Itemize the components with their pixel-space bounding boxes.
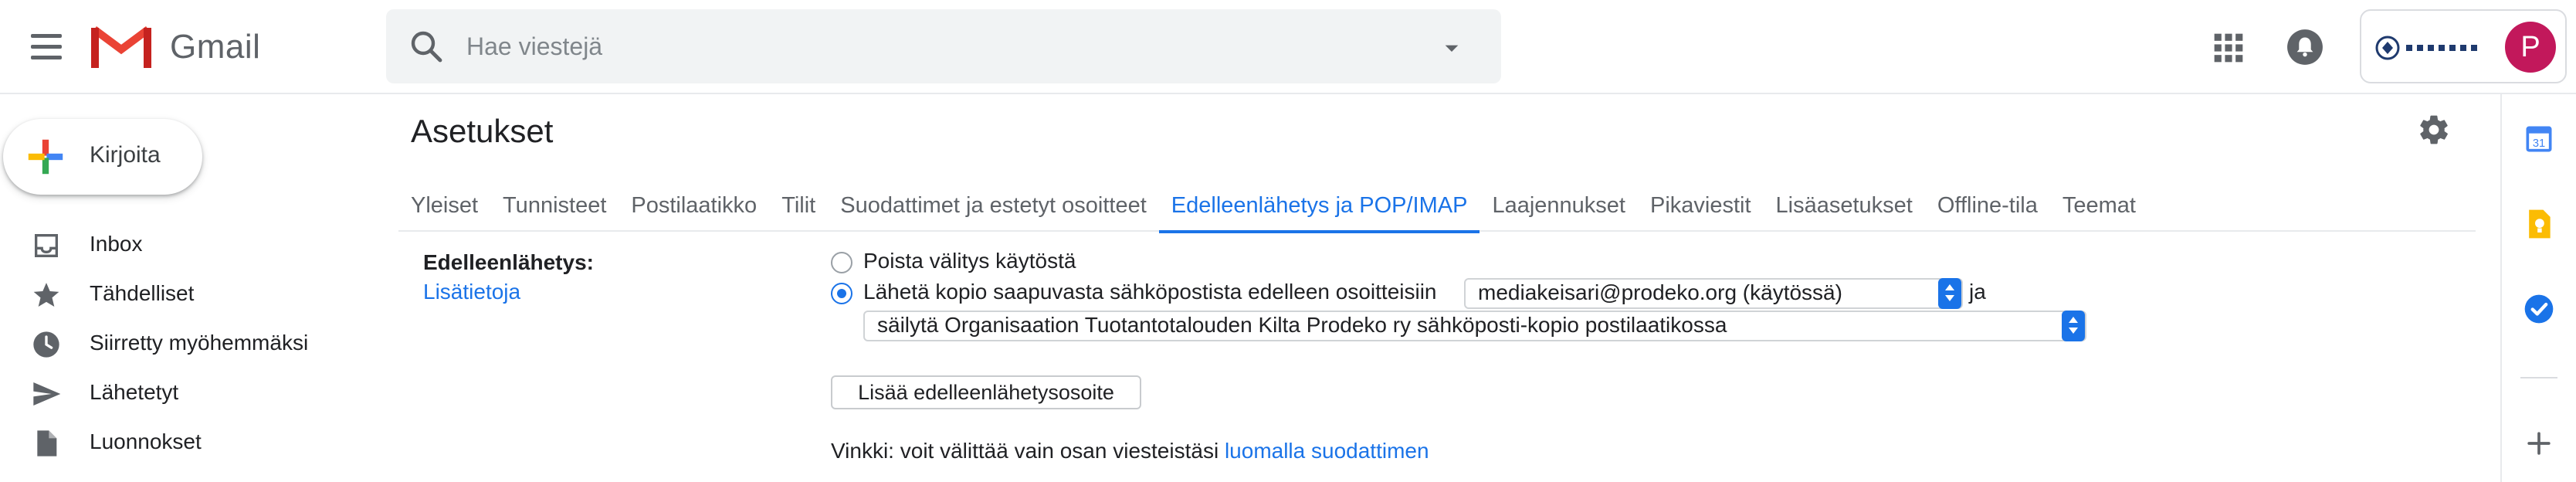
conjunction-text: ja <box>1969 280 1986 304</box>
tab-advanced[interactable]: Lisäasetukset <box>1764 181 1925 232</box>
keep-action-select[interactable]: säilytä Organisaation Tuotantotalouden K… <box>863 311 2086 341</box>
sidebar-item-label: Inbox <box>90 232 143 256</box>
calendar-icon[interactable]: 31 <box>2522 122 2556 156</box>
tab-inbox[interactable]: Postilaatikko <box>619 181 769 232</box>
page-title: Asetukset <box>411 113 554 149</box>
settings-main: Asetukset Yleiset Tunnisteet Postilaatik… <box>386 96 2476 482</box>
sidebar-item-label: Luonnokset <box>90 429 202 453</box>
add-addon-plus-icon[interactable] <box>2522 426 2556 460</box>
search-options-dropdown-icon[interactable] <box>1436 32 1467 63</box>
learn-more-link[interactable]: Lisätietoja <box>423 280 520 304</box>
tab-filters[interactable]: Suodattimet ja estetyt osoitteet <box>828 181 1159 232</box>
notifications-bell-icon[interactable] <box>2286 28 2324 66</box>
search-bar <box>386 9 1501 83</box>
forward-copy-radio[interactable] <box>831 283 852 304</box>
tab-labels[interactable]: Tunnisteet <box>490 181 619 232</box>
forward-copy-label: Lähetä kopio saapuvasta sähköpostista ed… <box>863 280 1437 304</box>
top-bar: Gmail Hae viestejä P <box>0 0 2576 94</box>
select-arrows-icon <box>1938 278 1961 309</box>
plus-icon <box>28 139 63 175</box>
main-menu-button[interactable] <box>28 31 65 63</box>
svg-text:31: 31 <box>2533 137 2545 150</box>
disable-forwarding-label: Poista välitys käytöstä <box>863 249 1076 273</box>
forward-address-select[interactable]: mediakeisari@prodeko.org (käytössä) <box>1464 278 1963 309</box>
tab-offline[interactable]: Offline-tila <box>1925 181 2050 232</box>
sidebar-item-sent[interactable]: Lähetetyt <box>0 368 371 417</box>
clock-icon <box>33 331 59 358</box>
gmail-logo[interactable] <box>90 23 153 71</box>
sidebar-item-label: Lähetetyt <box>90 380 179 404</box>
tab-accounts[interactable]: Tilit <box>769 181 828 232</box>
compose-button[interactable]: Kirjoita <box>3 119 202 195</box>
send-icon <box>33 382 61 406</box>
forwarding-section-label: Edelleenlähetys: <box>423 250 594 274</box>
sidebar-item-label: Siirretty myöhemmäksi <box>90 331 309 355</box>
sidebar-nav: Inbox Tähdelliset Siirretty myöhemmäksi … <box>0 219 371 467</box>
tab-forwarding-pop-imap[interactable]: Edelleenlähetys ja POP/IMAP <box>1158 181 1480 233</box>
sidebar-item-starred[interactable]: Tähdelliset <box>0 269 371 318</box>
sidebar-item-snoozed[interactable]: Siirretty myöhemmäksi <box>0 318 371 368</box>
sidebar-item-label: Tähdelliset <box>90 281 195 305</box>
draft-icon <box>37 430 57 457</box>
search-input[interactable] <box>466 29 1393 63</box>
apps-grid-icon[interactable] <box>2212 31 2246 65</box>
keep-icon[interactable] <box>2522 207 2556 241</box>
inbox-icon <box>35 234 58 257</box>
star-icon <box>33 283 59 307</box>
keep-action-value: säilytä Organisaation Tuotantotalouden K… <box>877 313 1727 337</box>
tab-addons[interactable]: Laajennukset <box>1480 181 1638 232</box>
compose-label: Kirjoita <box>90 142 161 168</box>
side-panel-divider <box>2520 377 2557 378</box>
sidebar-item-inbox[interactable]: Inbox <box>0 219 371 269</box>
account-switcher[interactable]: P <box>2360 9 2567 83</box>
create-filter-link[interactable]: luomalla suodattimen <box>1225 439 1429 463</box>
settings-tabs: Yleiset Tunnisteet Postilaatikko Tilit S… <box>398 181 2476 233</box>
select-arrows-icon <box>2062 311 2085 341</box>
tasks-icon[interactable] <box>2522 292 2556 326</box>
avatar[interactable]: P <box>2505 22 2556 73</box>
disable-forwarding-radio[interactable] <box>831 252 852 273</box>
prodeko-logo <box>2375 36 2477 60</box>
forwarding-tip: Vinkki: voit välittää vain osan viesteis… <box>831 439 1429 463</box>
search-icon[interactable] <box>408 28 445 65</box>
tab-themes[interactable]: Teemat <box>2050 181 2148 232</box>
side-panel: 31 <box>2500 94 2576 482</box>
tip-text: Vinkki: voit välittää vain osan viesteis… <box>831 439 1219 463</box>
forward-address-value: mediakeisari@prodeko.org (käytössä) <box>1478 280 1842 304</box>
sidebar-item-drafts[interactable]: Luonnokset <box>0 417 371 467</box>
tab-chat[interactable]: Pikaviestit <box>1638 181 1764 232</box>
settings-gear-icon[interactable] <box>2417 113 2451 147</box>
tab-general[interactable]: Yleiset <box>398 181 490 232</box>
add-forwarding-address-button[interactable]: Lisää edelleenlähetysosoite <box>831 375 1141 409</box>
app-name: Gmail <box>170 28 261 66</box>
